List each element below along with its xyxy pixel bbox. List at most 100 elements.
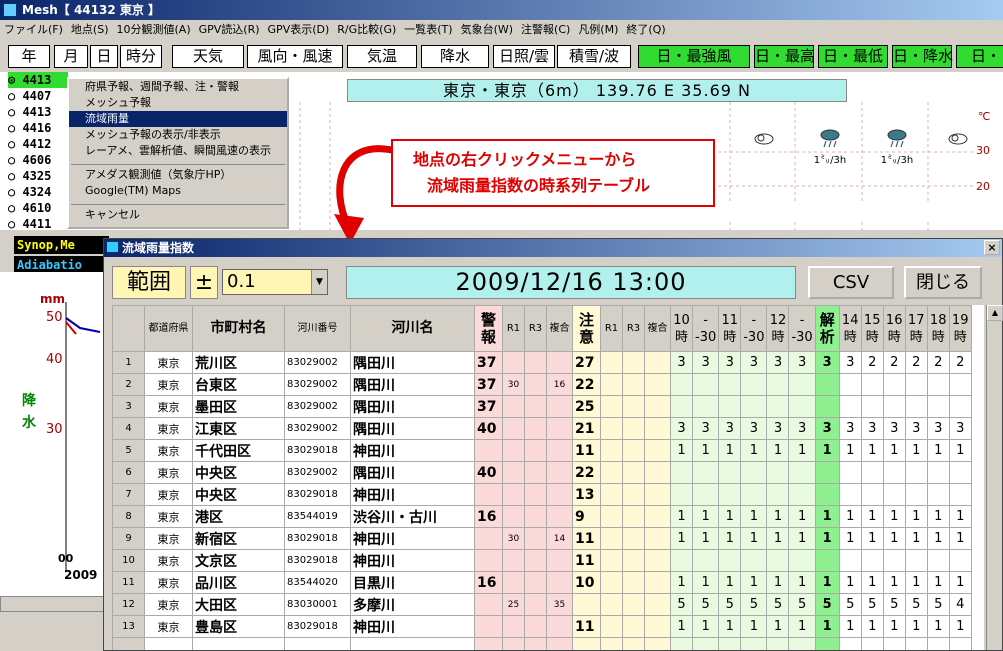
cell-prefecture: 東京 (144, 483, 193, 506)
table-row[interactable]: 3 東京 墨田区 83029002 隅田川 37 25 (112, 395, 972, 418)
menu-item-4[interactable]: GPV表示(D) (264, 20, 334, 40)
scroll-up-icon[interactable]: ▲ (987, 305, 1003, 321)
table-row[interactable]: 8 東京 港区 83544019 渋谷川・古川 16 9 1 1 1 1 1 1 1 1 1 1 1 1 1 (112, 505, 972, 528)
station-item[interactable]: ○ 4324 (8, 184, 68, 200)
row-number: 11 (112, 571, 145, 594)
col-header[interactable]: --30 (788, 305, 816, 352)
ctx-mesh-toggle[interactable]: メッシュ予報の表示/非表示 (69, 127, 287, 143)
station-item[interactable]: ○ 4407 (8, 88, 68, 104)
station-item[interactable]: ○ 4325 (8, 168, 68, 184)
table-row[interactable]: 11 東京 品川区 83544020 目黒川 16 10 1 1 1 1 1 1 1 1 1 1 1 1 1 (112, 571, 972, 594)
ctx-cancel[interactable]: キャンセル (69, 207, 287, 223)
dialog-close-icon[interactable]: × (984, 240, 1000, 255)
col-header[interactable]: R3 (524, 305, 547, 352)
ctx-forecast[interactable]: 府県予報、週間予報、注・警報 (69, 79, 287, 95)
station-item[interactable]: ○ 4606 (8, 152, 68, 168)
col-header[interactable]: R1 (502, 305, 525, 352)
station-item[interactable]: ○ 4413 (8, 104, 68, 120)
menu-item-6[interactable]: 一覧表(T) (400, 20, 456, 40)
vertical-scrollbar[interactable]: ▲ (986, 305, 1003, 650)
horizontal-scrollbar[interactable] (0, 596, 110, 612)
col-header[interactable]: 河川番号 (284, 305, 351, 352)
tab-8[interactable]: 日照/雲 (493, 45, 555, 68)
tab-13[interactable]: 日・降水 (892, 45, 953, 68)
ctx-basin-rain[interactable]: 流域雨量 (69, 111, 287, 127)
tab-11[interactable]: 日・最高 (754, 45, 815, 68)
menu-item-2[interactable]: 10分観測値(A) (113, 20, 195, 40)
cell-advisory-combined (644, 549, 671, 572)
col-header[interactable]: 注意 (572, 305, 601, 352)
col-header[interactable]: 15時 (860, 305, 884, 352)
col-header[interactable]: 12時 (766, 305, 790, 352)
menu-item-9[interactable]: 凡例(M) (574, 20, 622, 40)
dropdown-arrow-icon[interactable]: ▼ (311, 270, 327, 294)
col-header[interactable]: R3 (622, 305, 645, 352)
tab-4[interactable]: 天気 (172, 45, 244, 68)
col-header[interactable]: 警報 (474, 305, 503, 352)
cell-warning (474, 527, 503, 550)
col-header[interactable]: --30 (691, 305, 720, 352)
table-row[interactable]: 12 東京 大田区 83030001 多摩川 25 35 5 5 5 5 5 5 5 5 5 5 5 5 4 (112, 593, 972, 616)
table-row[interactable]: 9 東京 新宿区 83029018 神田川 30 14 11 1 1 1 1 1 1 1 1 1 1 1 1 1 (112, 527, 972, 550)
close-button[interactable]: 閉じる (904, 266, 982, 299)
col-header[interactable]: 市町村名 (192, 305, 285, 352)
cell-time-index: 3 (691, 417, 720, 440)
col-header[interactable]: R1 (600, 305, 623, 352)
col-header[interactable]: 複合 (644, 305, 671, 352)
table-row[interactable]: 10 東京 文京区 83029018 神田川 11 (112, 549, 972, 572)
menu-item-1[interactable]: 地点(S) (67, 20, 113, 40)
menu-item-8[interactable]: 注警報(C) (517, 20, 574, 40)
col-header[interactable]: 17時 (904, 305, 928, 352)
col-header[interactable]: 18時 (926, 305, 950, 352)
ctx-radar[interactable]: レーアメ、雲解析値、瞬間風速の表示 (69, 143, 287, 159)
table-row[interactable]: 13 東京 豊島区 83029018 神田川 11 1 1 1 1 1 1 1 1 1 1 1 1 1 (112, 615, 972, 638)
col-header[interactable]: --30 (740, 305, 768, 352)
tab-5[interactable]: 風向・風速 (247, 45, 343, 68)
csv-button[interactable]: CSV (808, 266, 894, 299)
col-header[interactable]: 14時 (838, 305, 862, 352)
table-row[interactable]: 1 東京 荒川区 83029002 隅田川 37 27 3 3 3 3 3 3 3 3 2 2 2 2 2 (112, 351, 972, 374)
col-header[interactable]: 19時 (948, 305, 972, 352)
tab-12[interactable]: 日・最低 (818, 45, 888, 68)
tab-9[interactable]: 積雪/波 (557, 45, 631, 68)
station-item[interactable]: ○ 4412 (8, 136, 68, 152)
range-select[interactable]: 0.1 ▼ (222, 269, 328, 295)
col-header[interactable]: 解析 (814, 305, 840, 352)
tab-3[interactable]: 時分 (120, 45, 162, 68)
station-item[interactable]: ○ 4416 (8, 120, 68, 136)
station-item[interactable]: ○ 4610 (8, 200, 68, 216)
col-header[interactable]: 10時 (670, 305, 693, 352)
cell-time-index (904, 461, 928, 484)
station-item[interactable]: ⊙ 4413 (8, 72, 68, 88)
tab-1[interactable]: 月 (54, 45, 88, 68)
ctx-mesh-forecast[interactable]: メッシュ予報 (69, 95, 287, 111)
tab-6[interactable]: 気温 (347, 45, 417, 68)
col-header[interactable]: 複合 (546, 305, 573, 352)
menu-item-7[interactable]: 気象台(W) (457, 20, 517, 40)
menu-item-3[interactable]: GPV読込(R) (195, 20, 264, 40)
cell-warning-r1: 30 (502, 527, 525, 550)
col-header[interactable]: 11時 (718, 305, 742, 352)
table-row[interactable]: 4 東京 江東区 83029002 隅田川 40 21 3 3 3 3 3 3 3 3 3 3 3 3 3 (112, 417, 972, 440)
station-item[interactable]: ○ 4411 (8, 216, 68, 232)
col-header[interactable]: 16時 (882, 305, 906, 352)
ctx-google-maps[interactable]: Google(TM) Maps (69, 183, 287, 199)
tab-10[interactable]: 日・最強風 (638, 45, 750, 68)
menu-item-10[interactable]: 終了(Q) (622, 20, 669, 40)
table-row[interactable]: 5 東京 千代田区 83029018 神田川 11 1 1 1 1 1 1 1 1 1 1 1 1 1 (112, 439, 972, 462)
col-header[interactable]: 河川名 (350, 305, 475, 352)
table-row[interactable]: 2 東京 台東区 83029002 隅田川 37 30 16 22 (112, 373, 972, 396)
tab-7[interactable]: 降水 (421, 45, 489, 68)
table-row[interactable]: 7 東京 中央区 83029018 神田川 13 (112, 483, 972, 506)
tab-2[interactable]: 日 (90, 45, 118, 68)
cell-warning: 40 (474, 417, 503, 440)
ctx-amedas[interactable]: アメダス観測値（気象庁HP） (69, 167, 287, 183)
cell-advisory: 11 (572, 549, 601, 572)
tab-14[interactable]: 日・ (956, 45, 1003, 68)
menu-item-5[interactable]: R/G比較(G) (333, 20, 400, 40)
col-header[interactable]: 都道府県 (144, 305, 193, 352)
menu-item-0[interactable]: ファイル(F) (0, 20, 67, 40)
tab-0[interactable]: 年 (8, 45, 50, 68)
cell-advisory-r1 (600, 461, 623, 484)
table-row[interactable]: 6 東京 中央区 83029002 隅田川 40 22 (112, 461, 972, 484)
